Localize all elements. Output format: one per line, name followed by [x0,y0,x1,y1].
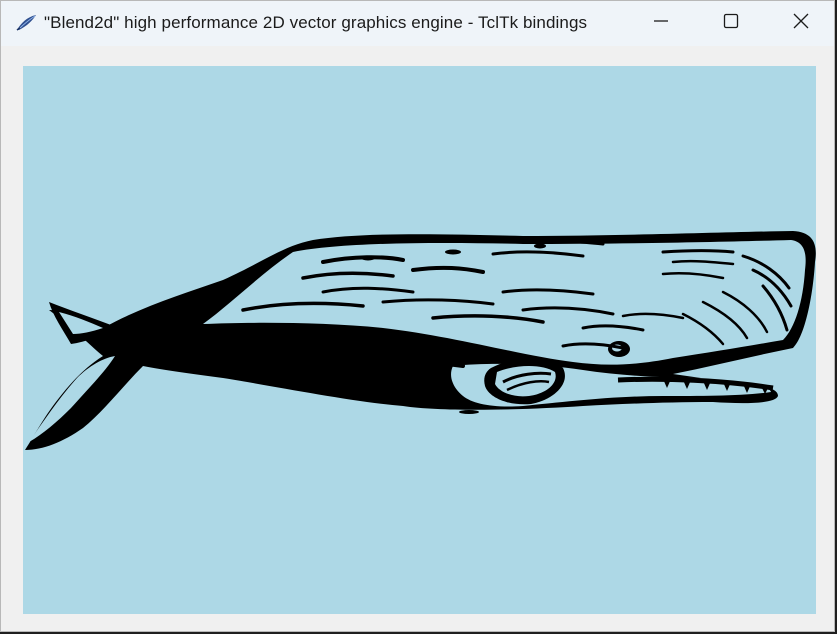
close-icon [793,13,809,34]
whale-illustration [25,231,816,450]
close-button[interactable] [766,1,834,46]
client-area [1,46,834,631]
maximize-icon [723,13,739,34]
window-title: "Blend2d" high performance 2D vector gra… [44,13,588,32]
minimize-icon [653,13,669,34]
title-bar[interactable]: "Blend2d" high performance 2D vector gra… [1,1,834,46]
feather-icon [15,13,37,33]
minimize-button[interactable] [626,1,696,46]
app-window: "Blend2d" high performance 2D vector gra… [0,0,835,632]
maximize-button[interactable] [696,1,766,46]
drawing-canvas[interactable] [23,66,816,614]
